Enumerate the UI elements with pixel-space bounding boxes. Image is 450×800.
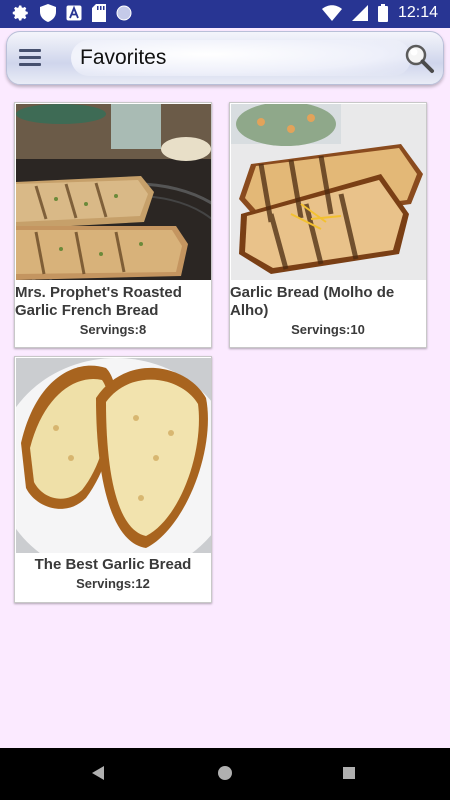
recipe-title: The Best Garlic Bread (34, 556, 192, 573)
recipe-image (231, 104, 426, 280)
app-bar: Favorites (6, 31, 444, 85)
page-title: Favorites (80, 46, 167, 69)
recipe-image (16, 358, 211, 553)
favorite-card[interactable]: The Best Garlic Bread Servings:12 (14, 356, 212, 603)
recents-icon[interactable] (343, 767, 355, 779)
navigation-bar (0, 748, 450, 800)
home-icon[interactable] (218, 766, 232, 780)
favorite-card[interactable]: Mrs. Prophet's Roasted Garlic French Bre… (14, 102, 212, 348)
a-box-icon (66, 5, 82, 21)
status-bar: 12:14 (0, 0, 450, 28)
recipe-image (16, 104, 211, 280)
search-icon[interactable] (403, 42, 435, 74)
signal-icon (351, 5, 368, 21)
circle-icon (116, 5, 132, 21)
recipe-servings: Servings:8 (79, 322, 147, 337)
sd-card-icon (92, 4, 106, 22)
battery-icon (377, 4, 388, 22)
back-icon[interactable] (92, 766, 104, 780)
recipe-title: Mrs. Prophet's Roasted Garlic French Bre… (15, 284, 182, 319)
wifi-icon (321, 5, 342, 21)
recipe-servings: Servings:12 (76, 576, 150, 591)
recipe-title: Garlic Bread (Molho de Alho) (230, 284, 395, 319)
favorite-card[interactable]: Garlic Bread (Molho de Alho) Servings:10 (229, 102, 427, 348)
gear-icon (12, 5, 28, 21)
hamburger-menu-icon[interactable] (19, 47, 43, 67)
shield-icon (40, 4, 56, 22)
status-time: 12:14 (397, 4, 438, 21)
recipe-servings: Servings:10 (291, 322, 365, 337)
